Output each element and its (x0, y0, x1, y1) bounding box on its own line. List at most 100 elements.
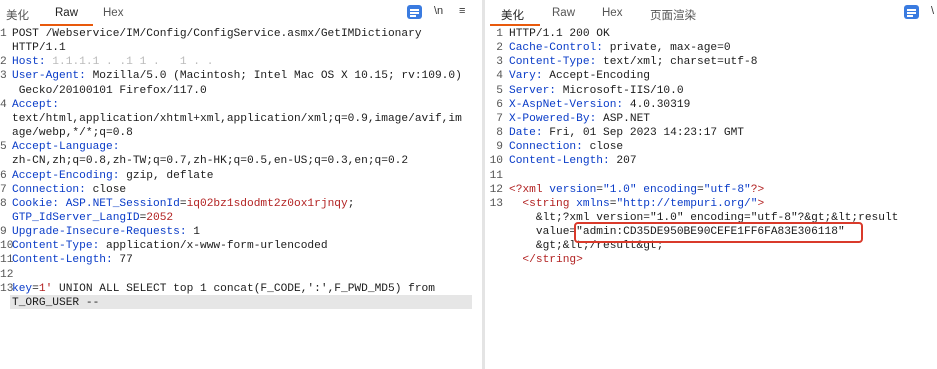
line-number: 7 (0, 183, 7, 196)
code-token: Connection: (509, 141, 590, 154)
tab-pretty[interactable]: 美化 (501, 7, 524, 23)
code-line: Content-Length: 77 (12, 253, 133, 267)
line-number: 1 (0, 28, 7, 40)
code-token: = (179, 197, 187, 210)
code-token: Fri, 01 Sep 2023 14:23:17 GMT (549, 127, 744, 140)
code-token: > (757, 197, 765, 210)
code-token: version (549, 183, 597, 196)
code-token: = (32, 282, 39, 295)
code-token: Connection: (12, 183, 93, 196)
code-token: encoding (636, 183, 698, 196)
code-line: Gecko/20100101 Firefox/117.0 (12, 84, 207, 98)
code-token: text/xml; charset=utf-8 (603, 56, 758, 69)
line-number: 4 (0, 98, 7, 111)
line-number: 4 (496, 70, 503, 83)
format-icon[interactable] (904, 5, 919, 19)
line-number: 5 (496, 84, 503, 97)
line-number: 2 (0, 56, 7, 69)
line-number: 3 (0, 70, 7, 83)
format-icon[interactable] (407, 5, 422, 19)
request-tabs: 美化 Raw Hex \n ≡ (0, 0, 482, 27)
code-token: 77 (119, 254, 133, 267)
line-number: 8 (0, 197, 7, 210)
code-line: text/html,application/xhtml+xml,applicat… (12, 112, 462, 126)
line-number: 10 (489, 155, 503, 168)
tab-raw[interactable]: Raw (552, 7, 575, 19)
code-token: "utf-8" (703, 183, 751, 196)
active-tab-indicator (40, 24, 93, 26)
code-line: Accept: (12, 98, 59, 112)
code-token: 1 (193, 226, 200, 239)
tab-raw[interactable]: Raw (55, 7, 78, 19)
code-token: Accept-Encoding: (12, 169, 127, 182)
code-token: private, max-age=0 (609, 42, 731, 55)
newline-toggle-icon[interactable]: \ (931, 5, 934, 17)
code-token: Content-Type: (509, 56, 603, 69)
code-token: Upgrade-Insecure-Requests: (12, 226, 194, 239)
code-token: age/webp,*/*;q=0.8 (12, 127, 133, 140)
line-number: 12 (489, 183, 503, 196)
code-token: Content-Type: (12, 240, 106, 253)
code-token: ASP.NET_SessionId (65, 197, 180, 210)
tab-pretty[interactable]: 美化 (6, 7, 29, 23)
code-token: ASP.NET (603, 112, 650, 125)
code-line: Date: Fri, 01 Sep 2023 14:23:17 GMT (509, 126, 744, 140)
code-token: iq02bz1sdodmt2z0ox1rjnqy (186, 197, 348, 210)
code-line: zh-CN,zh;q=0.8,zh-TW;q=0.7,zh-HK;q=0.5,e… (12, 154, 408, 168)
line-number: 11 (0, 254, 14, 267)
code-line: Upgrade-Insecure-Requests: 1 (12, 225, 200, 239)
line-number: 9 (0, 226, 7, 239)
tab-render[interactable]: 页面渲染 (650, 7, 696, 23)
code-token: "1.0" (603, 183, 637, 196)
code-token: Microsoft-IIS/10.0 (562, 84, 684, 97)
code-token: Content-Length: (12, 254, 120, 267)
code-line: Accept-Language: (12, 140, 119, 154)
code-line: Server: Microsoft-IIS/10.0 (509, 84, 684, 98)
line-number: 8 (496, 127, 503, 140)
code-token: = (596, 183, 604, 196)
code-token: text/html,application/xhtml+xml,applicat… (12, 112, 462, 125)
code-line: Content-Type: text/xml; charset=utf-8 (509, 55, 757, 69)
code-line: POST /Webservice/IM/Config/ConfigService… (12, 27, 422, 41)
line-number: 6 (0, 169, 7, 182)
menu-icon[interactable]: ≡ (459, 5, 465, 17)
code-line: </string> (509, 253, 583, 267)
code-line: Content-Length: 207 (509, 154, 637, 168)
code-line: T_ORG_USER -- (12, 296, 99, 310)
code-token: xml (522, 183, 550, 196)
code-token: Date: (509, 127, 550, 140)
code-token: </string> (509, 254, 583, 267)
tab-hex[interactable]: Hex (602, 7, 622, 19)
code-token: 1' (38, 282, 53, 295)
code-line: HTTP/1.1 200 OK (509, 27, 610, 41)
code-line: <?xml version="1.0" encoding="utf-8"?> (509, 183, 764, 197)
code-token: POST /Webservice/IM/Config/ConfigService… (12, 28, 422, 40)
response-pane: 美化 Raw Hex 页面渲染 \ 1 HTTP/1.1 200 OK 2 Cache… (485, 0, 937, 369)
line-number: 11 (489, 169, 503, 182)
code-token: 1.1.1.1 . .1 1 . 1 . . (52, 56, 214, 69)
code-token: HTTP/1.1 200 OK (509, 28, 610, 40)
code-line: Connection: close (12, 183, 126, 197)
active-tab-indicator (490, 24, 540, 26)
code-token: key (12, 282, 33, 295)
code-token: Gecko/20100101 Firefox/117.0 (12, 84, 207, 97)
newline-toggle-icon[interactable]: \n (434, 5, 443, 17)
tab-hex[interactable]: Hex (103, 7, 123, 19)
code-token: ?> (750, 183, 765, 196)
code-line: GTP_IdServer_LangID=2052 (12, 211, 173, 225)
code-line: Accept-Encoding: gzip, deflate (12, 169, 213, 183)
code-token: Cookie: (12, 197, 66, 210)
line-number: 13 (0, 282, 14, 295)
line-number: 3 (496, 56, 503, 69)
code-token: X-Powered-By: (509, 112, 603, 125)
code-token: <string (509, 197, 577, 210)
request-pane: 美化 Raw Hex \n ≡ 1 POST /Webservice/IM/Con… (0, 0, 482, 369)
code-line: <string xmlns="http://tempuri.org/"> (509, 197, 764, 211)
code-token: close (92, 183, 127, 196)
code-token: Server: (509, 84, 563, 97)
code-line: Connection: close (509, 140, 623, 154)
code-line: Host: 1.1.1.1 . .1 1 . 1 . . (12, 55, 213, 69)
code-line: Vary: Accept-Encoding (509, 69, 650, 83)
code-token: Accept: (12, 98, 59, 111)
code-token: "http://tempuri.org/" (616, 197, 758, 210)
